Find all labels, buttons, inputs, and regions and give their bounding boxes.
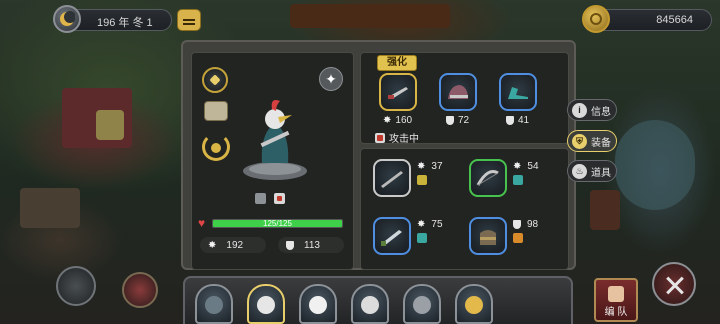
hero-slot-1[interactable] xyxy=(195,284,233,324)
defense-icon xyxy=(513,220,521,229)
inventory-slot-3[interactable] xyxy=(373,217,411,255)
attack-icon: ✸ xyxy=(417,219,426,230)
date-box: 196 年 冬 1 xyxy=(66,9,172,31)
inventory-stat-4: 98 xyxy=(513,219,538,243)
defense-icon xyxy=(286,240,294,250)
stat-type-icon xyxy=(513,233,523,243)
season-badge[interactable] xyxy=(53,5,81,33)
info-icon: i xyxy=(572,102,587,118)
stat-type-icon xyxy=(513,175,523,185)
menu-icon xyxy=(183,19,195,21)
equipped-pane: 强化 ✸ 160 72 41 攻击中 xyxy=(360,52,569,145)
status-row: 攻击中 xyxy=(375,130,419,145)
inventory-slot-4[interactable] xyxy=(469,217,507,255)
inventory-slot-1[interactable] xyxy=(373,159,411,197)
bow-icon xyxy=(476,170,499,186)
tab-equipment[interactable]: ⛨ 装备 xyxy=(567,130,617,152)
portrait-tag-icon xyxy=(255,193,266,204)
equipment-icon: ⛨ xyxy=(572,133,587,149)
equipped-slot-1[interactable] xyxy=(379,73,417,111)
hero-panel: ✦ ♥ 125/125 ✸ 192 113 强化 ✸ 160 72 41 攻击中… xyxy=(181,40,576,270)
hero-slot-6[interactable] xyxy=(455,284,493,324)
attack-icon: ✸ xyxy=(417,161,426,172)
equipped-value-1: 160 xyxy=(395,115,413,126)
inventory-value-4: 98 xyxy=(527,219,539,230)
equipped-value-3: 41 xyxy=(518,115,530,126)
tab-info[interactable]: i 信息 xyxy=(567,99,617,121)
left-corner-button[interactable] xyxy=(56,266,96,306)
gold-amount: 845664 xyxy=(656,14,693,26)
tab-items-label: 道具 xyxy=(591,167,611,179)
rank-badge-icon[interactable] xyxy=(202,67,228,93)
hp-text: 125/125 xyxy=(263,219,292,228)
hp-bar-track: 125/125 xyxy=(212,219,343,228)
tab-equipment-label: 装备 xyxy=(591,137,611,149)
attack-icon: ✸ xyxy=(208,239,217,251)
portrait-shield-icon xyxy=(274,193,285,204)
hero-roster-bar xyxy=(183,276,573,324)
stat-type-icon xyxy=(417,175,427,185)
status-badge-icon xyxy=(375,132,385,143)
defense-icon xyxy=(506,116,514,125)
inventory-pane: ✸ 37 ✸ 54 ✸ 75 98 xyxy=(360,148,569,270)
hp-heart-icon: ♥ xyxy=(198,216,206,230)
formation-button[interactable]: 编 队 xyxy=(594,278,638,322)
status-text: 攻击中 xyxy=(389,134,419,145)
bunny-pet-icon[interactable]: ✦ xyxy=(319,67,343,91)
hero-slot-3[interactable] xyxy=(299,284,337,324)
spear-icon xyxy=(381,171,403,188)
hero-slot-4[interactable] xyxy=(351,284,389,324)
inventory-slot-2[interactable] xyxy=(469,159,507,197)
hero-defense-value: 113 xyxy=(304,239,320,251)
potion-icon: ♨ xyxy=(572,163,587,179)
inventory-value-1: 37 xyxy=(431,161,443,172)
inventory-value-2: 54 xyxy=(527,161,539,172)
equipped-slot-3[interactable] xyxy=(499,73,537,111)
hero-portrait[interactable] xyxy=(240,93,310,183)
equipped-stat-2: 72 xyxy=(446,115,469,126)
formation-icon xyxy=(608,286,624,302)
weapon-icon xyxy=(388,87,408,99)
enhance-button[interactable]: 强化 xyxy=(377,55,417,71)
inventory-stat-1: ✸ 37 xyxy=(417,161,443,185)
inventory-value-3: 75 xyxy=(431,219,443,230)
glove-icon xyxy=(480,230,496,245)
tab-info-label: 信息 xyxy=(591,106,611,118)
stat-type-icon xyxy=(417,233,427,243)
attack-icon: ✸ xyxy=(513,161,522,172)
gold-coin-icon xyxy=(582,5,610,33)
inventory-stat-3: ✸ 75 xyxy=(417,219,443,243)
defense-icon xyxy=(446,116,454,125)
attack-icon: ✸ xyxy=(383,115,392,126)
hero-attack-value: 192 xyxy=(226,239,244,251)
hero-attack-stat: ✸ 192 xyxy=(200,237,266,253)
scroll-icon[interactable] xyxy=(204,101,228,121)
formation-label: 编 队 xyxy=(604,307,628,318)
hero-defense-stat: 113 xyxy=(278,237,344,253)
hero-slot-2[interactable] xyxy=(247,284,285,324)
date-text: 196 年 冬 1 xyxy=(97,17,153,29)
menu-button[interactable] xyxy=(177,9,201,31)
right-corner-button[interactable] xyxy=(652,262,696,306)
helmet-icon xyxy=(448,85,468,99)
laurel-rank-icon[interactable] xyxy=(202,133,230,161)
tab-items[interactable]: ♨ 道具 xyxy=(567,160,617,182)
moon-icon xyxy=(60,11,75,26)
equipped-stat-3: 41 xyxy=(506,115,529,126)
hero-slot-5[interactable] xyxy=(403,284,441,324)
equipped-value-2: 72 xyxy=(458,115,470,126)
rose-badge-button[interactable] xyxy=(122,272,158,308)
equipped-stat-1: ✸ 160 xyxy=(383,115,412,126)
boots-icon xyxy=(508,87,528,99)
sword-icon xyxy=(381,230,402,246)
inventory-stat-2: ✸ 54 xyxy=(513,161,539,185)
equipped-slot-2[interactable] xyxy=(439,73,477,111)
hero-portrait-pane: ✦ ♥ 125/125 ✸ 192 113 xyxy=(191,52,354,270)
